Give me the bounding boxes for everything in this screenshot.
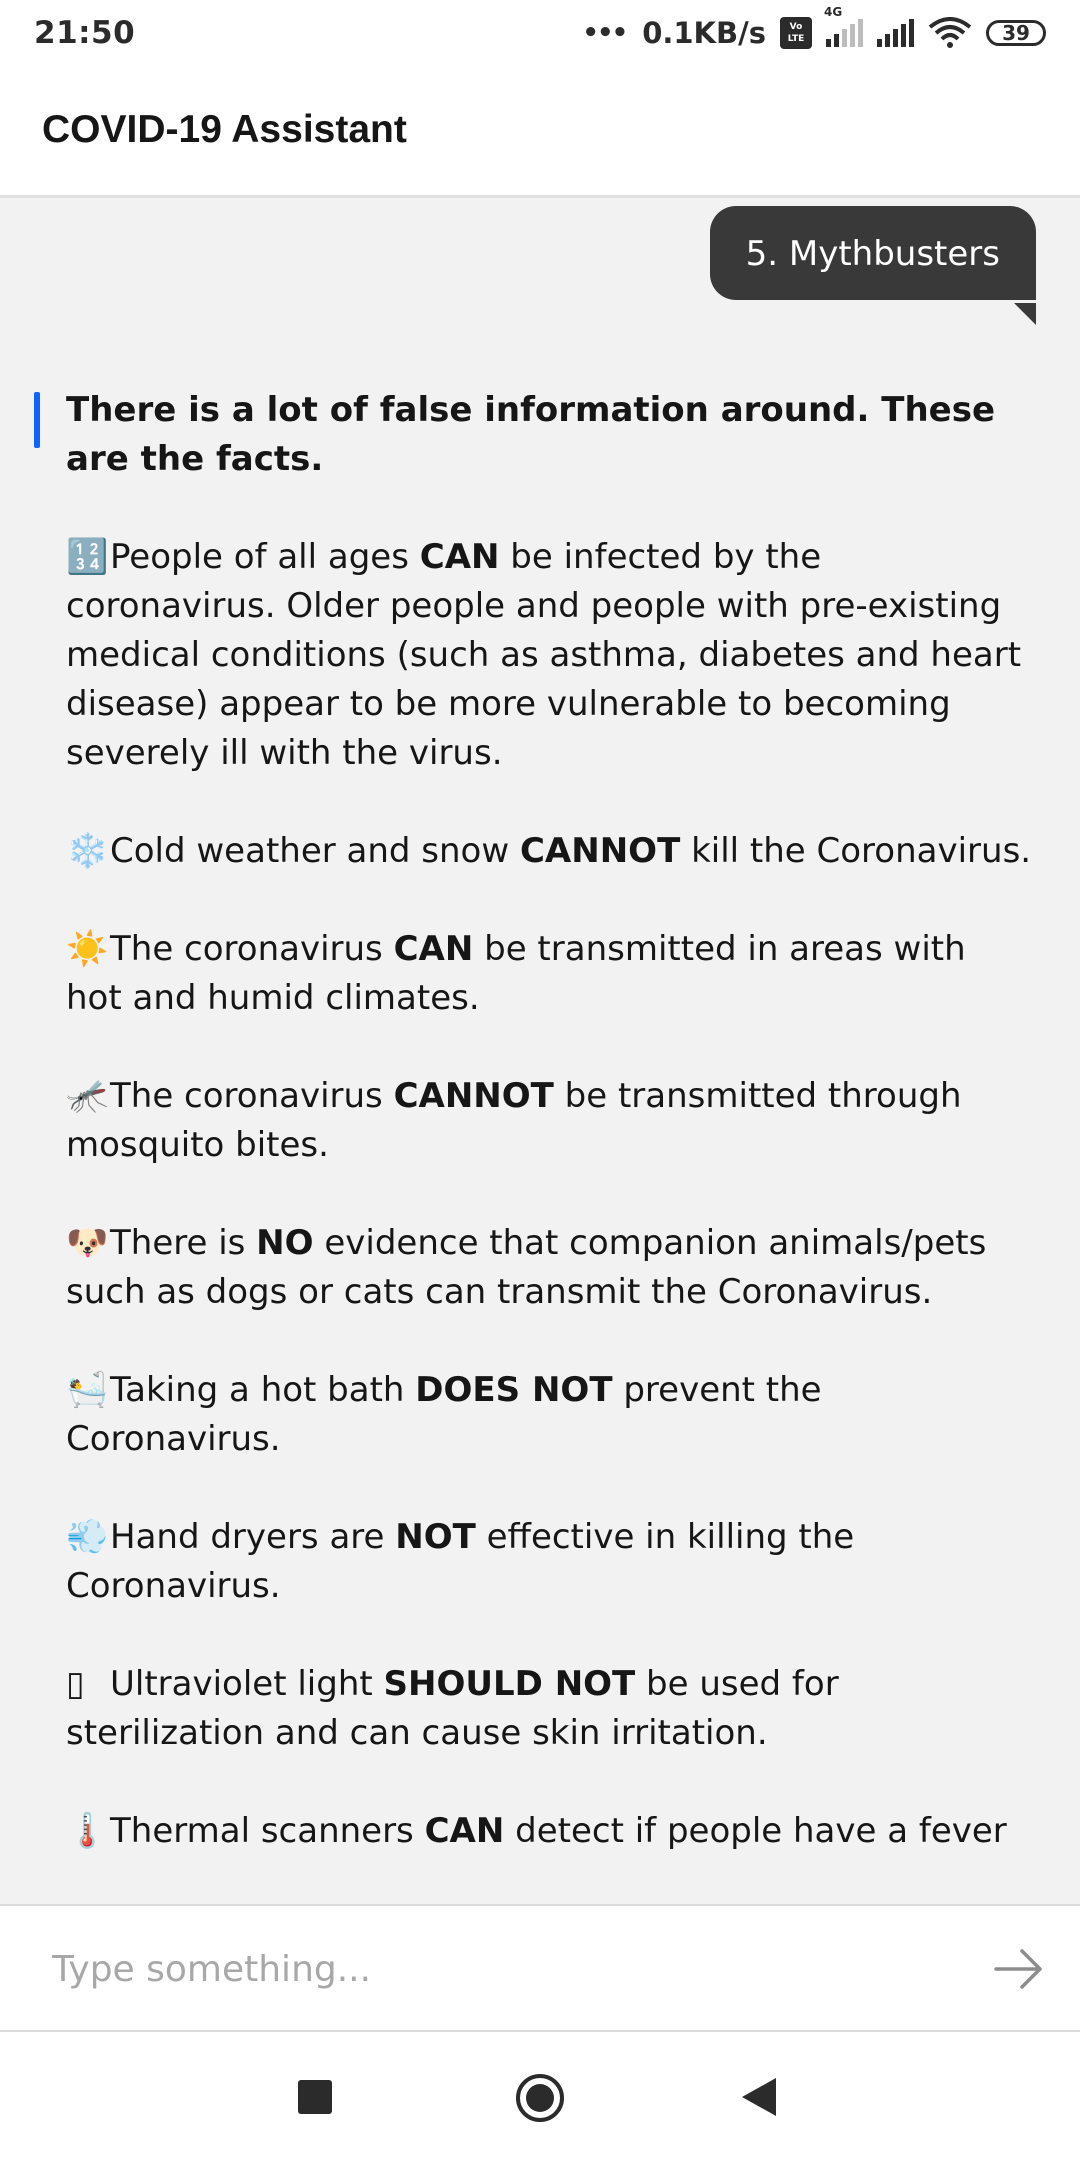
system-nav-bar xyxy=(0,2032,1080,2160)
fact-text: The coronavirus xyxy=(110,1076,394,1116)
fact-item: 🦟The coronavirus CANNOT be transmitted t… xyxy=(66,1072,1032,1170)
page-title: COVID-19 Assistant xyxy=(42,108,407,151)
fact-emphasis: CAN xyxy=(393,929,474,969)
message-input[interactable] xyxy=(50,1936,954,2002)
fact-emphasis: NOT xyxy=(395,1517,476,1557)
fact-item: 🔢People of all ages CAN be infected by t… xyxy=(66,533,1032,778)
wifi-icon xyxy=(928,17,972,48)
chat-area[interactable]: 5. Mythbusters There is a lot of false i… xyxy=(0,198,1080,1904)
fact-text: Ultraviolet light xyxy=(110,1664,384,1704)
numbers-icon: 🔢 xyxy=(66,537,109,577)
fact-text: detect if people have a fever xyxy=(504,1811,1007,1851)
missing-glyph-icon: ▯ xyxy=(66,1664,85,1704)
fact-emphasis: CAN xyxy=(424,1811,505,1851)
status-icons: ••• 0.1KB/s Vo LTE 4G 39 xyxy=(582,5,1046,50)
fact-item: ▯ Ultraviolet light SHOULD NOT be used fo… xyxy=(66,1660,1032,1758)
fact-text: Cold weather and snow xyxy=(110,831,520,871)
fact-text: There is xyxy=(110,1223,257,1263)
wind-icon: 💨 xyxy=(66,1517,109,1557)
fact-text: Thermal scanners xyxy=(110,1811,425,1851)
bath-icon: 🛀 xyxy=(66,1370,109,1410)
fact-text: The coronavirus xyxy=(110,929,394,969)
mosquito-icon: 🦟 xyxy=(66,1076,109,1116)
fact-text: kill the Coronavirus. xyxy=(680,831,1032,871)
fact-text: Hand dryers are xyxy=(110,1517,396,1557)
fact-item: ☀️The coronavirus CAN be transmitted in … xyxy=(66,925,1032,1023)
status-time: 21:50 xyxy=(34,15,136,51)
bot-message-accent-bar xyxy=(34,392,40,448)
fact-emphasis: SHOULD NOT xyxy=(383,1664,636,1704)
fact-emphasis: CANNOT xyxy=(393,1076,554,1116)
sun-icon: ☀️ xyxy=(66,929,109,969)
send-arrow-icon[interactable] xyxy=(994,1946,1044,1992)
user-message-text: 5. Mythbusters xyxy=(745,234,1000,274)
bot-headline: There is a lot of false information arou… xyxy=(66,390,996,479)
back-triangle-icon[interactable] xyxy=(742,2078,776,2116)
status-bar: 21:50 ••• 0.1KB/s Vo LTE 4G 39 xyxy=(0,0,1080,66)
fact-emphasis: NO xyxy=(256,1223,314,1263)
message-input-bar xyxy=(0,1904,1080,2032)
fact-item: ❄️Cold weather and snow CANNOT kill the … xyxy=(66,827,1032,876)
signal-icon xyxy=(877,19,914,47)
signal-4g-icon: 4G xyxy=(824,5,863,47)
user-bubble-tail xyxy=(1014,303,1036,325)
fact-emphasis: CANNOT xyxy=(519,831,681,871)
fact-text: Taking a hot bath xyxy=(110,1370,416,1410)
facts-list: 🔢People of all ages CAN be infected by t… xyxy=(66,533,1032,1856)
fact-item: 🌡️Thermal scanners CAN detect if people … xyxy=(66,1807,1032,1856)
network-speed: 0.1KB/s xyxy=(642,16,766,50)
battery-icon: 39 xyxy=(986,20,1046,46)
user-message-bubble: 5. Mythbusters xyxy=(709,206,1036,300)
snowflake-icon: ❄️ xyxy=(66,831,109,871)
thermometer-icon: 🌡️ xyxy=(66,1811,109,1851)
fact-item: 🛀Taking a hot bath DOES NOT prevent the … xyxy=(66,1366,1032,1464)
fact-emphasis: CAN xyxy=(419,537,500,577)
notification-dots-icon: ••• xyxy=(582,18,628,48)
bot-message: There is a lot of false information arou… xyxy=(0,386,1080,1904)
fact-text: People of all ages xyxy=(110,537,420,577)
home-circle-icon[interactable] xyxy=(514,2072,566,2124)
fact-item: 💨Hand dryers are NOT effective in killin… xyxy=(66,1513,1032,1611)
dog-icon: 🐶 xyxy=(66,1223,109,1263)
recents-square-icon[interactable] xyxy=(298,2080,332,2114)
fact-emphasis: DOES NOT xyxy=(415,1370,613,1410)
app-header: COVID-19 Assistant xyxy=(0,66,1080,198)
volte-icon: Vo LTE xyxy=(780,17,812,49)
fact-item: 🐶There is NO evidence that companion ani… xyxy=(66,1219,1032,1317)
